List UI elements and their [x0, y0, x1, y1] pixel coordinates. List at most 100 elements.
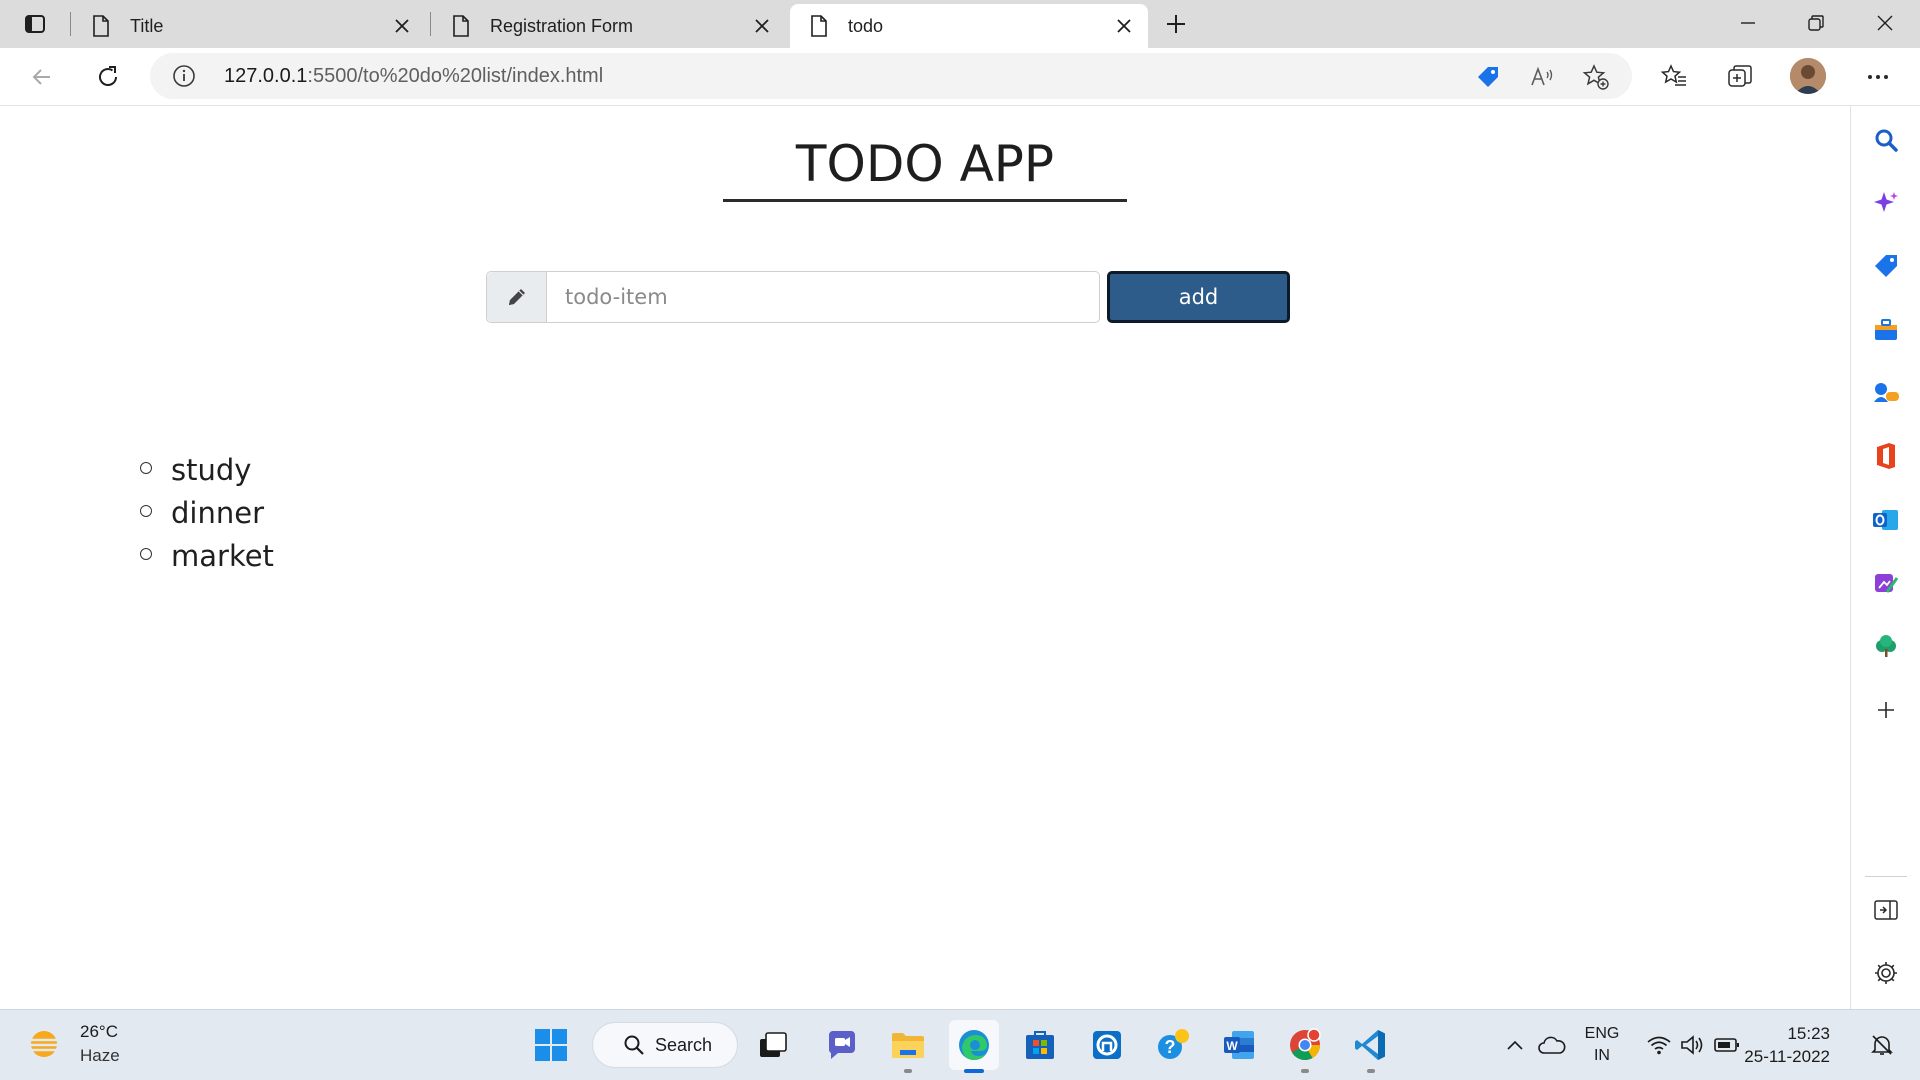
list-item[interactable]: dinner [140, 491, 274, 534]
restore-button[interactable] [1781, 0, 1851, 46]
close-icon[interactable] [382, 6, 422, 46]
show-hidden-icons-chevron-up-icon[interactable] [1500, 1010, 1530, 1080]
vscode-icon[interactable] [1346, 1020, 1396, 1073]
todo-input-group [486, 271, 1100, 323]
weather-widget[interactable]: 26°C Haze [26, 1022, 120, 1066]
file-explorer-icon[interactable] [883, 1020, 933, 1073]
bullet-circle-icon [140, 547, 152, 560]
language-line-2: IN [1593, 1047, 1610, 1064]
running-indicator [1301, 1069, 1309, 1073]
sidebar-divider [1865, 876, 1907, 877]
shopping-icon[interactable] [1866, 246, 1906, 286]
svg-text:W: W [1226, 1039, 1238, 1053]
running-indicator [1367, 1069, 1375, 1073]
chrome-icon[interactable] [1280, 1020, 1330, 1073]
page-icon [810, 15, 830, 37]
tab-actions-icon[interactable] [14, 9, 56, 39]
active-indicator [964, 1069, 984, 1073]
todo-text: market [171, 538, 274, 573]
close-icon[interactable] [742, 6, 782, 46]
url-path: :5500/to%20do%20list/index.html [307, 65, 604, 87]
tab-label: todo [848, 15, 884, 36]
tab-title[interactable]: Title [72, 4, 426, 48]
collections-icon[interactable] [1720, 57, 1760, 97]
more-options-icon[interactable] [1858, 57, 1898, 97]
bullet-circle-icon [140, 504, 152, 517]
language-line-1: ENG [1584, 1025, 1620, 1042]
svg-text:?: ? [1165, 1037, 1176, 1057]
tree-icon[interactable] [1866, 626, 1906, 666]
profile-avatar[interactable] [1790, 58, 1826, 94]
clock-date: 25-11-2022 [1744, 1047, 1830, 1066]
teams-chat-icon[interactable] [817, 1020, 867, 1070]
search-label: Search [655, 1034, 713, 1055]
office-icon[interactable] [1866, 436, 1906, 476]
wifi-icon[interactable] [1644, 1010, 1674, 1080]
search-icon[interactable] [1866, 120, 1906, 160]
weather-temperature: 26°C [80, 1022, 118, 1041]
add-button[interactable]: add [1107, 271, 1290, 323]
bullet-circle-icon [140, 461, 152, 474]
battery-icon[interactable] [1712, 1010, 1742, 1080]
browser-toolbar: 127.0.0.1:5500/to%20do%20list/index.html [0, 48, 1920, 106]
new-tab-button[interactable] [1158, 6, 1194, 42]
page-icon [452, 15, 472, 37]
pencil-icon [487, 272, 547, 322]
hide-sidebar-icon[interactable] [1866, 890, 1906, 930]
microsoft-store-icon[interactable] [1015, 1020, 1065, 1070]
page-icon [92, 15, 112, 37]
browser-tab-strip: Title Registration Form todo [0, 0, 1920, 48]
start-button[interactable] [526, 1020, 576, 1070]
haze-sun-icon [29, 1031, 59, 1057]
language-indicator[interactable]: ENG IN [1574, 1010, 1630, 1080]
list-item[interactable]: market [140, 534, 274, 577]
edge-sidebar [1850, 106, 1920, 1009]
add-icon[interactable] [1866, 690, 1906, 730]
help-tips-icon[interactable]: ? [1148, 1020, 1198, 1070]
volume-icon[interactable] [1678, 1010, 1708, 1080]
favorites-icon[interactable] [1654, 57, 1694, 97]
app-blue-logo-icon[interactable] [1082, 1020, 1132, 1070]
url-text[interactable]: 127.0.0.1:5500/to%20do%20list/index.html [224, 65, 603, 88]
windows-taskbar: 26°C Haze Search ? W ENG IN 15:23 25-11-… [0, 1009, 1920, 1080]
task-view-icon[interactable] [748, 1020, 798, 1070]
tab-label: Title [130, 15, 164, 36]
address-bar[interactable]: 127.0.0.1:5500/to%20do%20list/index.html [150, 53, 1632, 99]
tools-icon[interactable] [1866, 310, 1906, 350]
minimize-button[interactable] [1713, 0, 1783, 46]
outlook-icon[interactable] [1866, 500, 1906, 540]
shopping-tag-icon[interactable] [1472, 61, 1504, 93]
copilot-sparkle-icon[interactable] [1866, 183, 1906, 223]
todo-text: study [171, 452, 252, 487]
onedrive-cloud-icon[interactable] [1534, 1010, 1570, 1080]
todo-text: dinner [171, 495, 264, 530]
notification-bell-icon[interactable] [1864, 1010, 1900, 1080]
weather-condition: Haze [80, 1046, 120, 1065]
edge-browser-icon[interactable] [949, 1020, 999, 1073]
page-content: TODO APP add study dinner market [0, 106, 1850, 1009]
search-icon [624, 1035, 644, 1055]
clock-time: 15:23 [1787, 1024, 1830, 1043]
app-title: TODO APP [723, 134, 1127, 202]
close-window-button[interactable] [1850, 0, 1920, 46]
taskbar-search[interactable]: Search [592, 1022, 738, 1068]
tab-label: Registration Form [490, 15, 634, 36]
todo-item-input[interactable] [547, 272, 1099, 322]
read-aloud-icon[interactable] [1526, 61, 1558, 93]
word-icon[interactable]: W [1214, 1020, 1264, 1070]
tab-registration-form[interactable]: Registration Form [432, 4, 786, 48]
info-icon[interactable] [172, 64, 196, 88]
url-host: 127.0.0.1 [224, 65, 308, 87]
settings-gear-icon[interactable] [1866, 953, 1906, 993]
designer-icon[interactable] [1866, 563, 1906, 603]
running-indicator [904, 1069, 912, 1073]
back-button[interactable] [22, 57, 62, 97]
list-item[interactable]: study [140, 448, 274, 491]
games-icon[interactable] [1866, 373, 1906, 413]
refresh-button[interactable] [88, 57, 128, 97]
tab-todo[interactable]: todo [790, 4, 1148, 48]
taskbar-clock[interactable]: 15:23 25-11-2022 [1740, 1022, 1830, 1068]
add-favorite-icon[interactable] [1580, 61, 1612, 93]
todo-list: study dinner market [140, 448, 274, 577]
close-icon[interactable] [1104, 6, 1144, 46]
